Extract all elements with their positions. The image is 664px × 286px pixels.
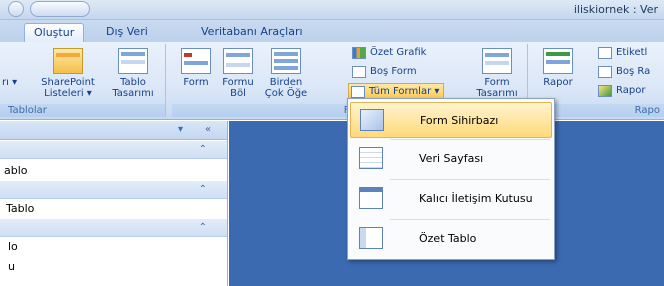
tablo-label-2: Tasarımı bbox=[112, 88, 154, 99]
title-bar: iliskiornek : Ver bbox=[0, 0, 664, 20]
nav-menu-dropdown-icon[interactable]: ▾ bbox=[178, 124, 183, 135]
menu-separator bbox=[390, 139, 550, 140]
nav-pane-header[interactable]: ▾ « bbox=[0, 121, 227, 140]
quick-access-toolbar[interactable] bbox=[30, 1, 90, 17]
nav-section-3[interactable]: ⌃ bbox=[0, 219, 227, 237]
tab-veritabani-araclari[interactable]: Veritabanı Araçları bbox=[192, 23, 312, 42]
bos-form-label: Boş Form bbox=[370, 66, 417, 77]
menu-separator bbox=[390, 179, 550, 180]
group-tablolar: rı ▾ SharePoint Listeleri ▾ Tablo Tasarı… bbox=[0, 44, 166, 117]
pivot-table-icon bbox=[359, 227, 383, 249]
nav-section-2[interactable]: ⌃ bbox=[0, 181, 227, 199]
modal-dialog-icon bbox=[359, 187, 383, 209]
nav-collapse-icon[interactable]: « bbox=[205, 124, 211, 135]
bos-rapor-button[interactable]: Boş Ra bbox=[596, 64, 650, 80]
tum-formlar-button[interactable]: Tüm Formlar ▾ bbox=[348, 83, 445, 99]
section-collapse-icon[interactable]: ⌃ bbox=[199, 184, 207, 195]
more-forms-icon bbox=[351, 86, 365, 98]
nav-item[interactable]: Tablo bbox=[6, 202, 34, 215]
section-collapse-icon[interactable]: ⌃ bbox=[199, 144, 207, 155]
form-tasarimi-button[interactable]: Form Tasarımı bbox=[472, 48, 522, 99]
report-wizard-icon bbox=[598, 85, 612, 97]
table-design-icon bbox=[118, 48, 148, 74]
blank-report-icon bbox=[598, 66, 612, 78]
sharepoint-label-1: SharePoint bbox=[41, 77, 95, 88]
formu-bol-label-1: Formu bbox=[222, 77, 254, 88]
menu-label: Form Sihirbazı bbox=[420, 114, 499, 127]
birden-cok-oge-button[interactable]: Birden Çok Öğe bbox=[262, 48, 310, 99]
menu-label: Özet Tablo bbox=[419, 232, 477, 245]
tum-formlar-dropdown-menu: Form Sihirbazı Veri Sayfası Kalıcı İleti… bbox=[347, 98, 555, 260]
rapor-sihirbazi-label: Rapor bbox=[616, 85, 646, 96]
datasheet-icon bbox=[359, 147, 383, 169]
window-title: iliskiornek : Ver bbox=[573, 3, 658, 16]
tab-olustur[interactable]: Oluştur bbox=[24, 23, 85, 42]
nav-item[interactable]: lo bbox=[8, 240, 18, 253]
nav-item[interactable]: ablo bbox=[4, 164, 28, 177]
group-label-tablolar: Tablolar bbox=[0, 104, 165, 117]
tab-dis-veri[interactable]: Dış Veri bbox=[97, 23, 157, 42]
section-collapse-icon[interactable]: ⌃ bbox=[199, 222, 207, 233]
form-button[interactable]: Form bbox=[178, 48, 214, 88]
pivot-chart-icon bbox=[352, 47, 366, 59]
sharepoint-label-2: Listeleri ▾ bbox=[44, 88, 92, 99]
ribbon: rı ▾ SharePoint Listeleri ▾ Tablo Tasarı… bbox=[0, 42, 664, 120]
menu-separator bbox=[390, 219, 550, 220]
multiple-items-icon bbox=[271, 48, 301, 74]
report-icon bbox=[543, 48, 573, 74]
birden-label-1: Birden bbox=[269, 77, 303, 88]
nav-section-1[interactable]: ⌃ bbox=[0, 141, 227, 159]
rapor-label: Rapor bbox=[543, 77, 573, 88]
menu-label: Veri Sayfası bbox=[419, 152, 484, 165]
sharepoint-listeleri-button[interactable]: SharePoint Listeleri ▾ bbox=[36, 48, 100, 99]
sharepoint-list-icon bbox=[53, 48, 83, 74]
tum-formlar-label: Tüm Formlar ▾ bbox=[369, 86, 440, 97]
menu-item-ozet-tablo[interactable]: Özet Tablo bbox=[350, 221, 552, 257]
formu-bol-label-2: Böl bbox=[230, 88, 246, 99]
etiketler-button[interactable]: Etiketl bbox=[596, 45, 647, 61]
nav-item[interactable]: u bbox=[8, 260, 15, 273]
form-design-icon bbox=[482, 48, 512, 74]
partial-label: rı ▾ bbox=[2, 77, 18, 88]
form-wizard-icon bbox=[360, 109, 384, 131]
navigation-pane: ▾ « ⌃ ablo ⌃ Tablo ⌃ lo u bbox=[0, 121, 228, 286]
form-label: Form bbox=[183, 77, 209, 88]
blank-form-icon bbox=[352, 66, 366, 78]
bos-rapor-label: Boş Ra bbox=[616, 66, 651, 77]
quick-access-button[interactable] bbox=[8, 1, 24, 17]
form-icon bbox=[181, 48, 211, 74]
etiketler-label: Etiketl bbox=[616, 47, 648, 58]
tablo-label-1: Tablo bbox=[120, 77, 146, 88]
form-tasarimi-label-1: Form bbox=[484, 77, 510, 88]
menu-item-veri-sayfasi[interactable]: Veri Sayfası bbox=[350, 141, 552, 177]
menu-item-kalici-iletisim-kutusu[interactable]: Kalıcı İletişim Kutusu bbox=[350, 181, 552, 217]
bos-form-button[interactable]: Boş Form bbox=[350, 64, 417, 80]
ribbon-tab-row: Oluştur Dış Veri Veritabanı Araçları bbox=[0, 20, 664, 42]
split-form-icon bbox=[223, 48, 253, 74]
ozet-grafik-button[interactable]: Özet Grafik bbox=[350, 45, 426, 61]
rapor-button[interactable]: Rapor bbox=[538, 48, 578, 88]
tablo-tasarimi-button[interactable]: Tablo Tasarımı bbox=[108, 48, 158, 99]
birden-label-2: Çok Öğe bbox=[264, 88, 308, 99]
menu-item-form-sihirbazi[interactable]: Form Sihirbazı bbox=[350, 102, 552, 138]
rapor-sihirbazi-button[interactable]: Rapor bbox=[596, 83, 645, 99]
ozet-grafik-label: Özet Grafik bbox=[370, 47, 427, 58]
menu-label: Kalıcı İletişim Kutusu bbox=[419, 192, 533, 205]
partial-button-left[interactable]: rı ▾ bbox=[2, 77, 17, 88]
labels-icon bbox=[598, 47, 612, 59]
formu-bol-button[interactable]: Formu Böl bbox=[218, 48, 258, 99]
